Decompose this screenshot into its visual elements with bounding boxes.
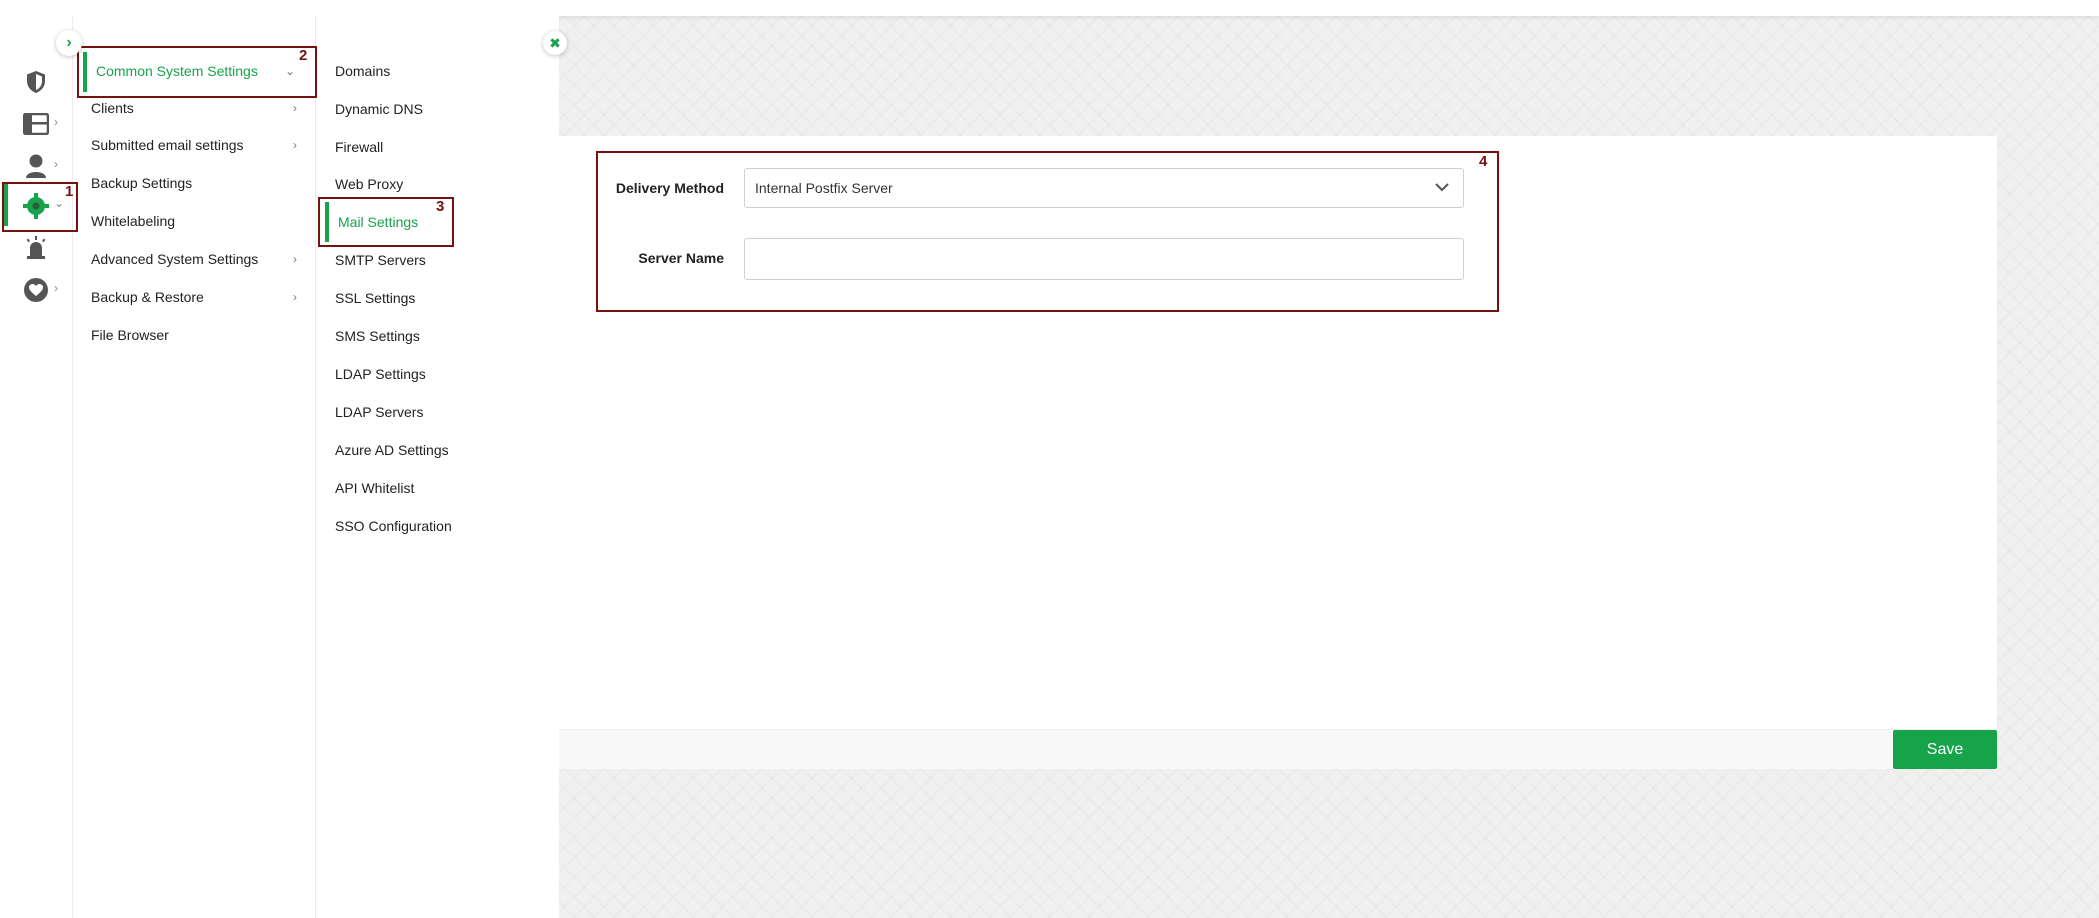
menu-item-label: SMTP Servers [335,252,426,268]
dashboard-icon [22,111,50,137]
chevron-right-icon: › [293,252,297,266]
alarm-icon [22,235,50,261]
menu-item-clients[interactable]: Clients › [73,93,315,123]
menu-item-label: Advanced System Settings [91,251,259,267]
menu-item-label: Clients [91,100,134,116]
menu-item-label: LDAP Servers [335,404,424,420]
server-name-input[interactable] [744,238,1464,280]
submenu-item-api-whitelist[interactable]: API Whitelist [316,473,559,503]
menu-item-label: Submitted email settings [91,137,244,153]
submenu-item-domains[interactable]: Domains [316,56,559,86]
menu-item-label: SSL Settings [335,290,416,306]
chevron-right-icon: › [54,281,58,295]
menu-item-label: File Browser [91,327,169,343]
chevron-right-icon: › [66,34,72,51]
settings-menu: Common System Settings ⌄ Clients › Submi… [72,16,315,918]
menu-item-advanced-system-settings[interactable]: Advanced System Settings › [73,244,315,274]
chevron-right-icon: › [54,115,58,129]
annotation-number-4: 4 [1479,153,1488,170]
submenu-item-ssl-settings[interactable]: SSL Settings [316,283,559,313]
icon-rail: › › ⌄ › [0,16,72,918]
menu-item-label: Whitelabeling [91,213,176,229]
menu-item-backup-settings[interactable]: Backup Settings [73,168,315,198]
rail-item-dashboard[interactable]: › [0,102,72,144]
submenu-item-web-proxy[interactable]: Web Proxy [316,169,559,199]
menu-item-label: SSO Configuration [335,518,452,534]
chevron-right-icon: › [293,138,297,152]
submenu-item-azure-ad-settings[interactable]: Azure AD Settings [316,435,559,465]
menu-item-label: Domains [335,63,391,79]
delivery-method-select[interactable]: Internal Postfix Server [744,168,1464,208]
user-icon [22,153,50,179]
rail-item-settings[interactable]: ⌄ [0,184,72,226]
submenu-item-dynamic-dns[interactable]: Dynamic DNS [316,94,559,124]
rail-item-users[interactable]: › [0,144,72,186]
rail-item-health[interactable]: › [0,268,72,310]
common-settings-submenu: Domains Dynamic DNS Firewall Web Proxy M… [315,16,559,918]
chevron-down-icon [1435,183,1449,192]
server-name-label: Server Name [638,250,724,266]
submenu-item-sms-settings[interactable]: SMS Settings [316,321,559,351]
menu-item-file-browser[interactable]: File Browser [73,320,315,350]
menu-item-label: Backup Settings [91,175,193,191]
menu-item-label: Backup & Restore [91,289,204,305]
close-submenu-button[interactable]: ✖ [543,31,567,55]
submenu-item-sso-configuration[interactable]: SSO Configuration [316,511,559,541]
submenu-item-smtp-servers[interactable]: SMTP Servers [316,245,559,275]
annotation-number-1: 1 [65,183,74,200]
delivery-method-value: Internal Postfix Server [755,180,893,196]
annotation-number-3: 3 [436,198,445,215]
menu-item-label: Dynamic DNS [335,101,423,117]
menu-item-backup-restore[interactable]: Backup & Restore › [73,282,315,312]
menu-item-label: LDAP Settings [335,366,426,382]
menu-item-label: Firewall [335,139,384,155]
annotation-number-2: 2 [299,47,308,64]
chevron-right-icon: › [293,290,297,304]
active-indicator [4,184,8,226]
menu-item-label: API Whitelist [335,480,415,496]
submenu-item-ldap-settings[interactable]: LDAP Settings [316,359,559,389]
top-bar [0,0,2099,16]
sidebar-expand-button[interactable]: › [56,30,82,56]
save-button[interactable]: Save [1893,730,1997,769]
menu-item-label: Mail Settings [338,214,419,230]
rail-item-security[interactable] [0,60,72,102]
heart-icon [22,277,50,303]
delivery-method-label: Delivery Method [615,180,724,196]
menu-item-submitted-email-settings[interactable]: Submitted email settings › [73,130,315,160]
close-icon: ✖ [549,34,561,51]
menu-item-label: Common System Settings [96,63,258,79]
chevron-down-icon: ⌄ [54,196,65,210]
mail-settings-panel [559,136,1997,769]
chevron-right-icon: › [54,157,58,171]
menu-item-label: SMS Settings [335,328,420,344]
settings-gear-icon [22,193,50,219]
shield-icon [22,69,50,95]
menu-item-label: Web Proxy [335,176,404,192]
menu-item-label: Azure AD Settings [335,442,449,458]
panel-footer [559,729,1997,769]
chevron-down-icon: ⌄ [284,64,295,78]
menu-item-whitelabeling[interactable]: Whitelabeling [73,206,315,236]
submenu-item-firewall[interactable]: Firewall [316,132,559,162]
chevron-right-icon: › [293,101,297,115]
menu-item-common-system-settings[interactable]: Common System Settings ⌄ [73,56,315,86]
submenu-item-ldap-servers[interactable]: LDAP Servers [316,397,559,427]
rail-item-alerts[interactable] [0,226,72,268]
